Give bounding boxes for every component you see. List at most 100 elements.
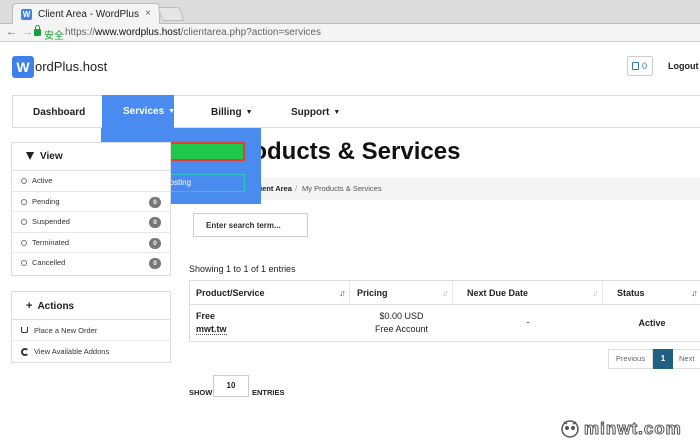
filter-suspended[interactable]: Suspended 0 (12, 212, 170, 233)
cell-price: $0.00 USD (379, 311, 424, 321)
cell-status: Active (638, 318, 666, 328)
cubes-icon (21, 348, 29, 356)
filter-active[interactable]: Active (12, 171, 170, 192)
cell-billing-cycle: Free Account (374, 324, 429, 334)
pagination-page-1[interactable]: 1 (653, 349, 673, 369)
filter-cancelled[interactable]: Cancelled 0 (12, 253, 170, 274)
nav-services-label: Services (123, 106, 165, 117)
filter-label: Pending (32, 196, 60, 206)
column-label: Pricing (357, 288, 388, 298)
url-text[interactable]: https://www.wordplus.host/clientarea.php… (65, 27, 321, 38)
count-badge: 0 (149, 258, 161, 269)
column-label: Product/Service (196, 288, 265, 298)
show-label: SHOW (189, 388, 213, 397)
shopping-bag-icon (632, 62, 639, 70)
action-place-new-order[interactable]: Place a New Order (12, 320, 170, 341)
filter-label: Terminated (32, 237, 70, 247)
breadcrumb-separator: / (295, 184, 298, 193)
entries-info: Showing 1 to 1 of 1 entries (189, 264, 296, 274)
browser-tab-strip: W Client Area - WordPlus × (0, 0, 700, 24)
cart-button[interactable]: 0 (627, 56, 653, 76)
actions-panel-header: + Actions (12, 292, 170, 320)
logo-text[interactable]: ordPlus.host (35, 59, 107, 74)
filter-terminated[interactable]: Terminated 0 (12, 233, 170, 253)
filter-label: Cancelled (32, 258, 66, 267)
action-label: Place a New Order (34, 326, 98, 335)
header-divider (190, 304, 700, 305)
search-input[interactable] (193, 213, 308, 237)
secure-label: 安全 (44, 31, 64, 42)
view-title: View (40, 151, 63, 162)
column-header-due-date[interactable]: Next Due Date ↓↑ (453, 281, 603, 305)
browser-tab[interactable]: W Client Area - WordPlus × (12, 3, 160, 24)
radio-icon (21, 198, 27, 205)
radio-icon (21, 178, 27, 184)
breadcrumb-current: My Products & Services (302, 184, 382, 193)
sort-desc-icon: ↓↑ (339, 288, 346, 298)
nav-dashboard-label: Dashboard (33, 107, 86, 118)
pagination-previous[interactable]: Previous (609, 350, 653, 368)
filter-icon (26, 152, 34, 160)
count-badge: 0 (149, 217, 161, 228)
column-label: Status (617, 288, 645, 298)
sort-icon: ↓↑ (592, 288, 599, 298)
tab-title: Client Area - WordPlus (38, 9, 139, 20)
forward-arrow-icon[interactable]: → (22, 26, 33, 38)
logo-icon[interactable]: W (12, 56, 34, 78)
nav-support[interactable]: Support ▼ (291, 96, 340, 129)
actions-panel: + Actions Place a New Order View Availabl… (11, 291, 171, 363)
nav-services[interactable]: Services ▼ (102, 95, 176, 129)
owl-logo-icon (561, 420, 579, 438)
back-arrow-icon[interactable]: ← (6, 26, 17, 38)
logout-link[interactable]: Logout (668, 61, 699, 71)
entries-label: ENTRIES (252, 388, 285, 397)
favicon-icon: W (21, 9, 32, 20)
radio-icon (21, 260, 27, 266)
cart-count: 0 (642, 61, 648, 71)
close-icon[interactable]: × (145, 8, 151, 19)
sort-desc-icon: ↓↑ (691, 288, 698, 298)
cell-due-date: - (526, 317, 530, 327)
caret-down-icon: ▼ (168, 108, 176, 115)
column-header-product[interactable]: Product/Service ↓↑ (190, 281, 350, 305)
address-bar[interactable]: ← → 安全 https://www.wordplus.host/clienta… (0, 24, 700, 42)
pagination-next[interactable]: Next (673, 350, 700, 368)
breadcrumb: lient Area / My Products & Services (188, 178, 700, 200)
pagination: Previous 1 Next (608, 349, 700, 369)
url-path: /clientarea.php?action=services (180, 27, 321, 38)
services-table: Product/Service ↓↑ Pricing ↓↑ Next Due Dat… (189, 280, 700, 342)
main-nav: Dashboard Services ▼ Billing ▼ Support ▼ (12, 95, 700, 129)
filter-pending[interactable]: Pending 0 (12, 192, 170, 212)
watermark-text: minwt.com (584, 419, 682, 439)
caret-down-icon: ▼ (333, 109, 341, 116)
filter-label: Suspended (32, 217, 70, 226)
url-scheme: https:// (65, 27, 96, 38)
column-label: Next Due Date (467, 288, 529, 298)
count-badge: 0 (149, 196, 161, 208)
nav-billing-label: Billing (211, 107, 242, 118)
page-title: roducts & Services (243, 138, 461, 165)
column-header-pricing[interactable]: Pricing ↓↑ (350, 281, 453, 305)
sort-icon: ↓↑ (442, 288, 449, 298)
radio-icon (21, 219, 27, 225)
column-header-status[interactable]: Status ↓↑ (603, 281, 700, 305)
nav-dashboard[interactable]: Dashboard (33, 96, 85, 129)
count-badge: 0 (149, 237, 161, 249)
cell-product-name: Free (196, 311, 216, 321)
entries-per-page-select[interactable]: 10 (213, 375, 249, 397)
cell-domain[interactable]: mwt.tw (196, 324, 227, 335)
nav-support-label: Support (291, 107, 330, 118)
breadcrumb-client-area[interactable]: lient Area (258, 178, 292, 200)
caret-down-icon: ▼ (245, 109, 253, 116)
nav-billing[interactable]: Billing ▼ (211, 96, 253, 129)
view-panel: View Active Pending 0 Suspended 0 Terminat… (11, 142, 171, 276)
radio-icon (21, 239, 27, 246)
cart-icon (21, 327, 28, 333)
action-label: View Available Addons (34, 347, 110, 356)
action-view-addons[interactable]: View Available Addons (12, 341, 170, 362)
filter-label: Active (32, 176, 53, 185)
new-tab-button[interactable] (157, 7, 185, 21)
plus-icon: + (26, 300, 33, 312)
url-host: www.wordplus.host (95, 27, 181, 38)
view-panel-header: View (12, 143, 170, 171)
